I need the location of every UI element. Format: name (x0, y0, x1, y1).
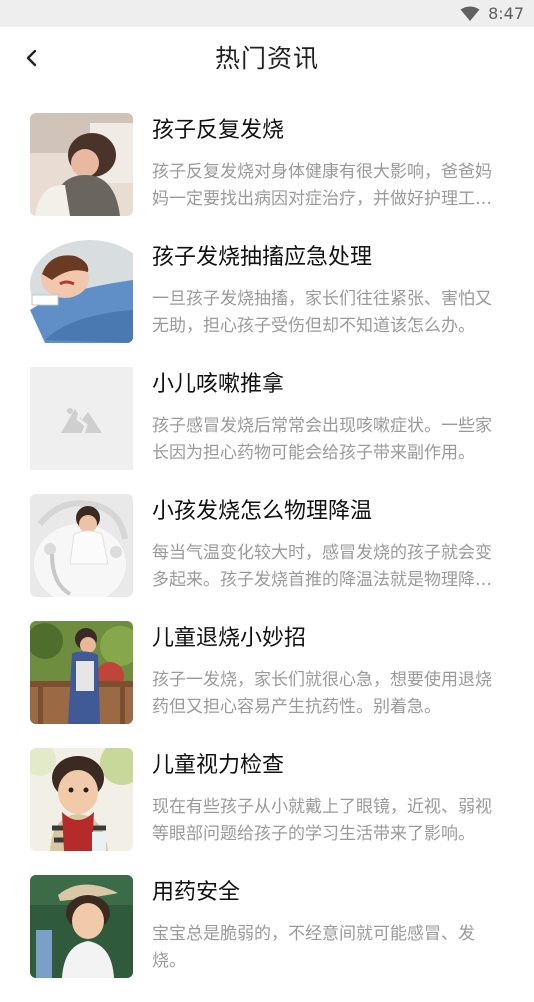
article-thumbnail (30, 494, 133, 597)
article-title: 用药安全 (152, 880, 241, 905)
article-description: 宝宝总是脆弱的，不经意间就可能感冒、发烧。 (152, 924, 475, 971)
article-title: 孩子反复发烧 (152, 118, 285, 143)
article-description: 孩子反复发烧对身体健康有很大影响，爸爸妈妈一定要找出病因对症治疗，并做好护理工作… (152, 162, 492, 209)
article-item-vision-check[interactable]: 儿童视力检查 现在有些孩子从小就戴上了眼镜，近视、弱视等眼部问题给孩子的学习生活… (0, 748, 534, 875)
article-description: 每当气温变化较大时，感冒发烧的孩子就会变多起来。孩子发烧首推的降温法就是物理降温… (152, 543, 492, 590)
article-title: 小儿咳嗽推拿 (152, 372, 285, 397)
app-header: 热门资讯 (0, 27, 534, 91)
article-item-fever-tips[interactable]: 儿童退烧小妙招 孩子一发烧，家长们就很心急，想要使用退烧药但又担心容易产生抗药性… (0, 621, 534, 748)
article-title: 孩子发烧抽搐应急处理 (152, 245, 373, 270)
article-list: 孩子反复发烧 孩子反复发烧对身体健康有很大影响，爸爸妈妈一定要找出病因对症治疗，… (0, 113, 534, 1002)
article-thumbnail (30, 240, 133, 343)
status-time: 8:47 (488, 4, 524, 23)
article-item-physical-cooling[interactable]: 小孩发烧怎么物理降温 每当气温变化较大时，感冒发烧的孩子就会变多起来。孩子发烧首… (0, 494, 534, 621)
article-description: 现在有些孩子从小就戴上了眼镜，近视、弱视等眼部问题给孩子的学习生活带来了影响。 (152, 797, 492, 844)
article-thumbnail (30, 875, 133, 978)
article-title: 儿童退烧小妙招 (152, 626, 307, 651)
article-item-cough-massage[interactable]: 小儿咳嗽推拿 孩子感冒发烧后常常会出现咳嗽症状。一些家长因为担心药物可能会给孩子… (0, 367, 534, 494)
article-title: 儿童视力检查 (152, 753, 285, 778)
status-bar: 8:47 (0, 0, 534, 27)
page-title: 热门资讯 (214, 44, 319, 73)
article-description: 孩子感冒发烧后常常会出现咳嗽症状。一些家长因为担心药物可能会给孩子带来副作用。 (152, 416, 492, 463)
article-thumbnail (30, 113, 133, 216)
article-thumbnail (30, 367, 133, 470)
article-description: 孩子一发烧，家长们就很心急，想要使用退烧药但又担心容易产生抗药性。别着急。 (152, 670, 492, 717)
wifi-icon (460, 6, 480, 21)
status-icons: 8:47 (460, 0, 524, 27)
article-thumbnail (30, 621, 133, 724)
article-item-medication-safety[interactable]: 用药安全 宝宝总是脆弱的，不经意间就可能感冒、发烧。 (0, 875, 534, 1002)
article-thumbnail (30, 748, 133, 851)
article-description: 一旦孩子发烧抽搐，家长们往往紧张、害怕又无助，担心孩子受伤但却不知道该怎么办。 (152, 289, 492, 336)
article-item-fever-convulsion[interactable]: 孩子发烧抽搐应急处理 一旦孩子发烧抽搐，家长们往往紧张、害怕又无助，担心孩子受伤… (0, 240, 534, 367)
article-item-fever-recurring[interactable]: 孩子反复发烧 孩子反复发烧对身体健康有很大影响，爸爸妈妈一定要找出病因对症治疗，… (0, 113, 534, 240)
article-title: 小孩发烧怎么物理降温 (152, 499, 373, 524)
